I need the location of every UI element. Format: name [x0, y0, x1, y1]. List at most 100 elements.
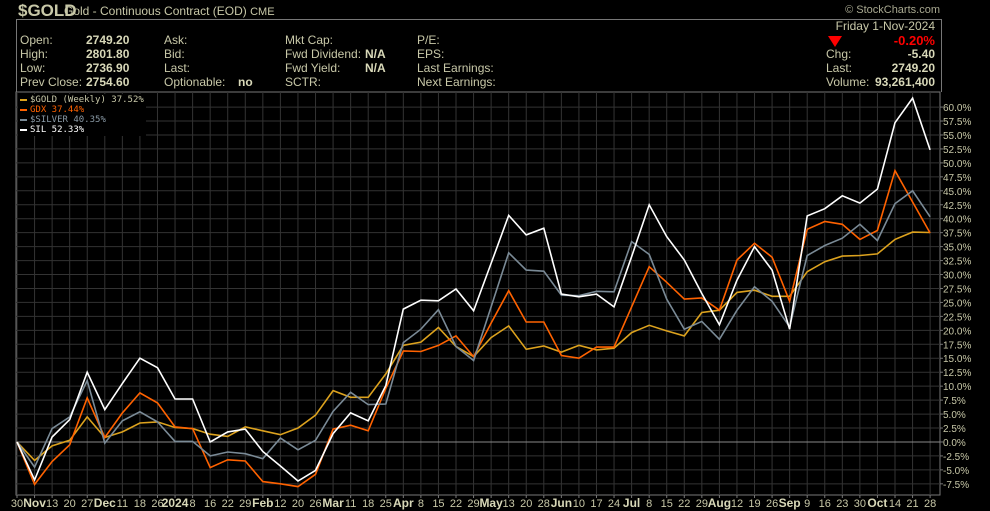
y-tick-label: 57.5% — [943, 117, 971, 128]
x-tick-label: May — [479, 496, 503, 510]
chart-legend: $GOLD (Weekly) 37.52% GDX 37.44% $SILVER… — [18, 94, 146, 136]
quote-labels-3: Mkt Cap: Fwd Dividend: Fwd Yield: SCTR: — [285, 33, 361, 89]
quote-date: Friday 1-Nov-2024 — [835, 19, 935, 33]
fwd-yield-label: Fwd Yield: — [285, 61, 341, 75]
quote-labels-4: P/E: EPS: Last Earnings: Next Earnings: — [417, 33, 496, 89]
y-tick-label: 50.0% — [943, 159, 971, 170]
y-tick-label: 0.0% — [943, 438, 966, 449]
x-tick-label: 30 — [854, 498, 866, 510]
x-tick-label: 8 — [418, 498, 424, 510]
y-tick-label: 25.0% — [943, 298, 971, 309]
bid-label: Bid: — [164, 47, 185, 61]
legend-item-silver[interactable]: $SILVER 40.35% — [20, 115, 144, 125]
x-tick-label: 19 — [748, 498, 760, 510]
brand-watermark[interactable]: © StockCharts.com — [845, 4, 940, 16]
x-tick-label: 11 — [345, 498, 356, 510]
y-tick-label: 7.5% — [943, 396, 966, 407]
x-tick-label: 30 — [11, 498, 23, 510]
y-axis: 60.0% 57.5% 55.0% 52.5% 50.0% 47.5% 45.0% 42.5%… — [940, 103, 971, 491]
legend-item-sil[interactable]: SIL 52.33% — [20, 125, 144, 135]
x-tick-label: Mar — [322, 496, 344, 510]
x-tick-label: 11 — [117, 498, 128, 510]
y-tick-label: 30.0% — [943, 271, 971, 282]
x-tick-label: Oct — [867, 496, 887, 510]
y-tick-label: 60.0% — [943, 103, 971, 114]
legend-label: GDX 37.44% — [30, 105, 85, 115]
quote-labels-1: Open: High: Low: Prev Close: — [20, 33, 82, 89]
x-tick-label: Dec — [94, 496, 116, 510]
y-tick-label: 22.5% — [943, 312, 971, 323]
x-tick-label: 20 — [64, 498, 76, 510]
low-value: 2736.90 — [86, 61, 130, 75]
x-tick-label: Feb — [252, 496, 273, 510]
legend-item-gdx[interactable]: GDX 37.44% — [20, 105, 144, 115]
x-tick-label: Jul — [623, 496, 640, 510]
x-tick-label: 22 — [450, 498, 462, 510]
last-earnings-label: Last Earnings: — [417, 61, 494, 75]
open-label: Open: — [20, 33, 53, 47]
quote-values-right: -5.40 2749.20 93,261,400 — [875, 47, 935, 89]
last-price-value: 2749.20 — [891, 61, 935, 75]
x-tick-label: 17 — [590, 498, 602, 510]
x-tick-label: 24 — [608, 498, 620, 510]
x-tick-label: Sep — [779, 496, 801, 510]
x-tick-label: 16 — [819, 498, 831, 510]
optionable-value: no — [238, 75, 253, 89]
symbol-description: Gold - Continuous Contract (EOD) CME — [64, 4, 275, 18]
x-tick-label: 20 — [292, 498, 304, 510]
prev-close-label: Prev Close: — [20, 75, 83, 89]
x-tick-label: 16 — [204, 498, 216, 510]
grid — [15, 91, 941, 496]
high-label: High: — [20, 47, 49, 61]
x-tick-label: 29 — [467, 498, 479, 510]
y-tick-label: 17.5% — [943, 340, 971, 351]
x-tick-label: 26 — [766, 498, 778, 510]
y-tick-label: -2.5% — [943, 452, 969, 463]
x-tick-label: 27 — [81, 498, 93, 510]
y-tick-label: 35.0% — [943, 243, 971, 254]
fwd-yield-value: N/A — [365, 61, 386, 75]
eps-label: EPS: — [417, 47, 445, 61]
y-tick-label: 55.0% — [943, 131, 971, 142]
x-tick-label: 9 — [804, 498, 810, 510]
legend-label: $GOLD (Weekly) 37.52% — [30, 95, 144, 105]
x-tick-label: 13 — [503, 498, 515, 510]
y-tick-label: 52.5% — [943, 145, 971, 156]
x-axis: 30 Nov 13 20 27 Dec 11 18 262024 8 16 22 29 Feb 12 20 26… — [11, 495, 936, 510]
x-tick-label: 28 — [538, 498, 550, 510]
x-tick-label: 22 — [222, 498, 234, 510]
x-tick-label: 29 — [239, 498, 251, 510]
quote-values-1: 2749.20 2801.80 2736.90 2754.60 — [86, 33, 129, 89]
pe-label: P/E: — [417, 33, 440, 47]
description-text: Gold - Continuous Contract (EOD) — [64, 4, 247, 18]
x-tick-label: 10 — [573, 498, 585, 510]
quote-labels-2: Ask: Bid: Last: Optionable: — [164, 33, 225, 89]
next-earnings-label: Next Earnings: — [417, 75, 496, 89]
y-tick-label: 32.5% — [943, 257, 971, 268]
legend-swatch — [20, 119, 27, 121]
y-tick-label: 12.5% — [943, 368, 971, 379]
x-tick-label: 21 — [906, 498, 918, 510]
x-tick-label: 25 — [380, 498, 392, 510]
x-tick-label: 13 — [46, 498, 58, 510]
last-label: Last: — [164, 61, 191, 75]
ask-label: Ask: — [164, 33, 188, 47]
last-price-label: Last: — [826, 61, 853, 75]
y-tick-label: -7.5% — [943, 480, 969, 491]
x-tick-label: Aug — [708, 496, 731, 510]
x-tick-label: 14 — [889, 498, 901, 510]
high-value: 2801.80 — [86, 47, 130, 61]
volume-value: 93,261,400 — [874, 75, 935, 89]
y-tick-label: 27.5% — [943, 284, 971, 295]
y-tick-label: 40.0% — [943, 215, 971, 226]
chg-label: Chg: — [826, 47, 852, 61]
x-tick-label: Apr — [393, 496, 414, 510]
y-tick-label: 47.5% — [943, 173, 971, 184]
x-tick-label: 23 — [836, 498, 848, 510]
x-tick-label: 8 — [646, 498, 652, 510]
x-tick-label: 18 — [362, 498, 374, 510]
y-tick-label: 5.0% — [943, 410, 966, 421]
x-tick-label: 12 — [731, 498, 743, 510]
legend-item-gold[interactable]: $GOLD (Weekly) 37.52% — [20, 95, 144, 105]
fwd-dividend-value: N/A — [365, 47, 386, 61]
